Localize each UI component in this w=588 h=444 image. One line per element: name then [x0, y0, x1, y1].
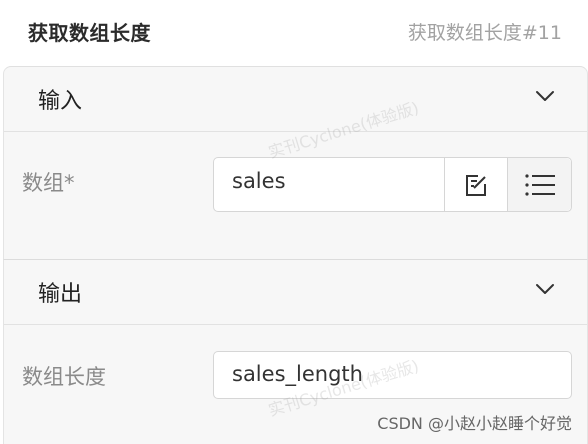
- list-button[interactable]: [507, 158, 571, 211]
- node-id: 获取数组长度#11: [407, 22, 562, 44]
- list-icon: [524, 173, 555, 196]
- array-length-input[interactable]: sales_length: [213, 351, 572, 399]
- chevron-down-icon[interactable]: [535, 89, 555, 103]
- edit-button[interactable]: [444, 158, 507, 211]
- array-input-value: sales: [232, 169, 286, 193]
- array-input[interactable]: sales: [213, 157, 572, 212]
- output-section-title: 输出: [38, 282, 83, 307]
- array-length-field-label: 数组长度: [22, 365, 106, 389]
- input-section-header[interactable]: 输入: [4, 67, 587, 132]
- chevron-down-icon[interactable]: [535, 282, 555, 296]
- input-panel: 输入 数组* sales: [3, 66, 588, 259]
- array-field-label: 数组*: [22, 171, 75, 195]
- footer-credit: CSDN @小赵小赵睡个好觉: [377, 414, 572, 433]
- output-section-header[interactable]: 输出: [4, 260, 587, 325]
- edit-icon: [466, 174, 486, 196]
- array-length-input-value: sales_length: [232, 362, 363, 386]
- input-section-title: 输入: [38, 89, 83, 114]
- node-title: 获取数组长度: [28, 21, 151, 45]
- node-header: 获取数组长度 获取数组长度#11: [0, 0, 588, 66]
